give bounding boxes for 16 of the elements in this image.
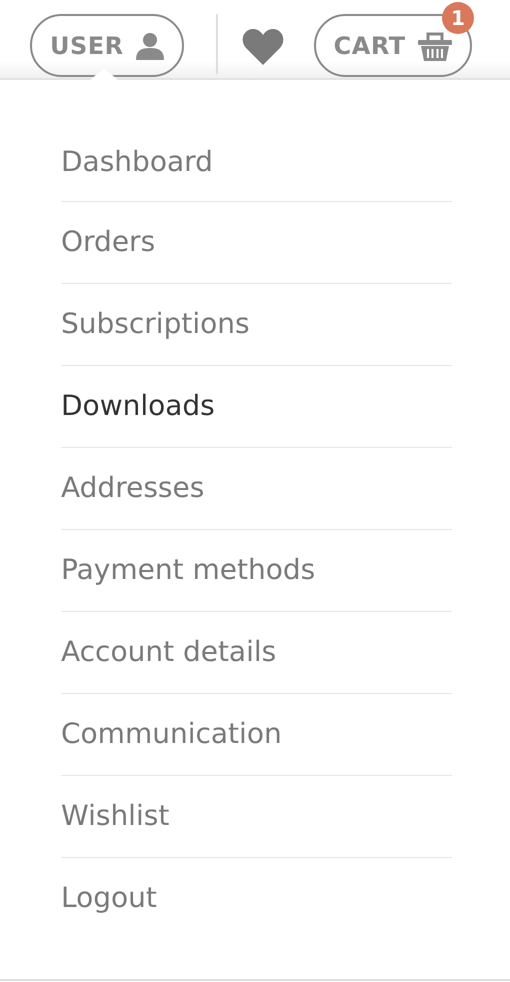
cart-count-badge: 1	[442, 2, 474, 34]
user-button[interactable]: USER	[30, 14, 184, 77]
menu-item[interactable]: Orders	[61, 202, 452, 284]
menu-item[interactable]: Account details	[61, 612, 452, 694]
menu-item[interactable]: Logout	[61, 858, 452, 940]
heart-icon[interactable]	[242, 29, 284, 65]
user-icon	[136, 32, 164, 60]
menu-item[interactable]: Downloads	[61, 366, 452, 448]
menu-item[interactable]: Dashboard	[61, 122, 452, 202]
menu-item[interactable]: Subscriptions	[61, 284, 452, 366]
dropdown-pointer	[90, 68, 118, 80]
menu-item[interactable]: Communication	[61, 694, 452, 776]
menu-item[interactable]: Wishlist	[61, 776, 452, 858]
basket-icon	[418, 30, 452, 62]
menu-item[interactable]: Addresses	[61, 448, 452, 530]
menu-item[interactable]: Payment methods	[61, 530, 452, 612]
